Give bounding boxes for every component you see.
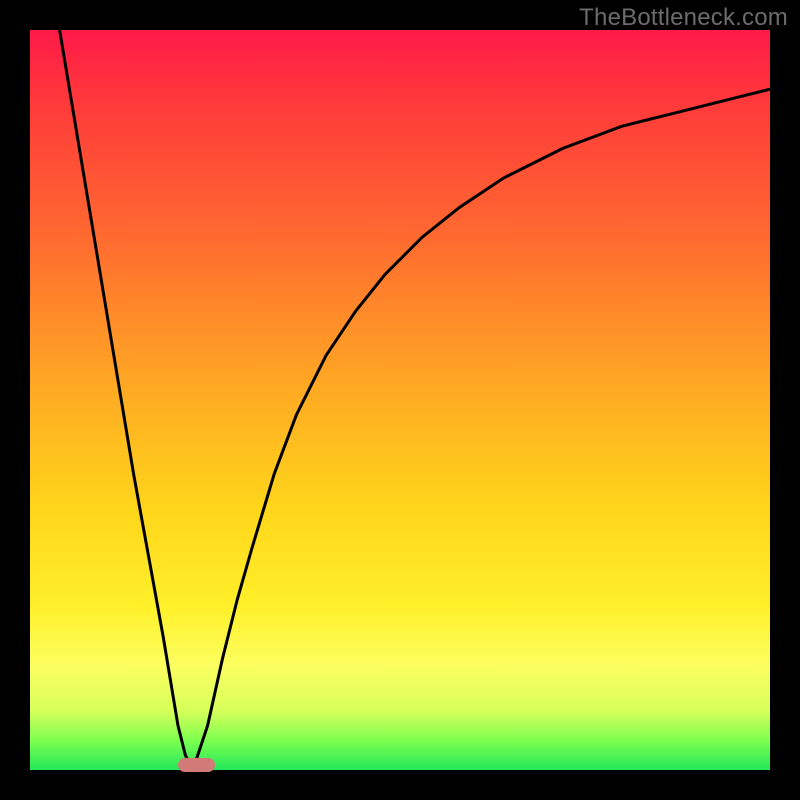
watermark-text: TheBottleneck.com [579, 4, 788, 32]
plot-area [30, 30, 770, 770]
optimal-range-marker [178, 758, 215, 772]
bottleneck-curve [30, 30, 770, 770]
chart-frame: TheBottleneck.com [0, 0, 800, 800]
curve-path [60, 30, 770, 770]
